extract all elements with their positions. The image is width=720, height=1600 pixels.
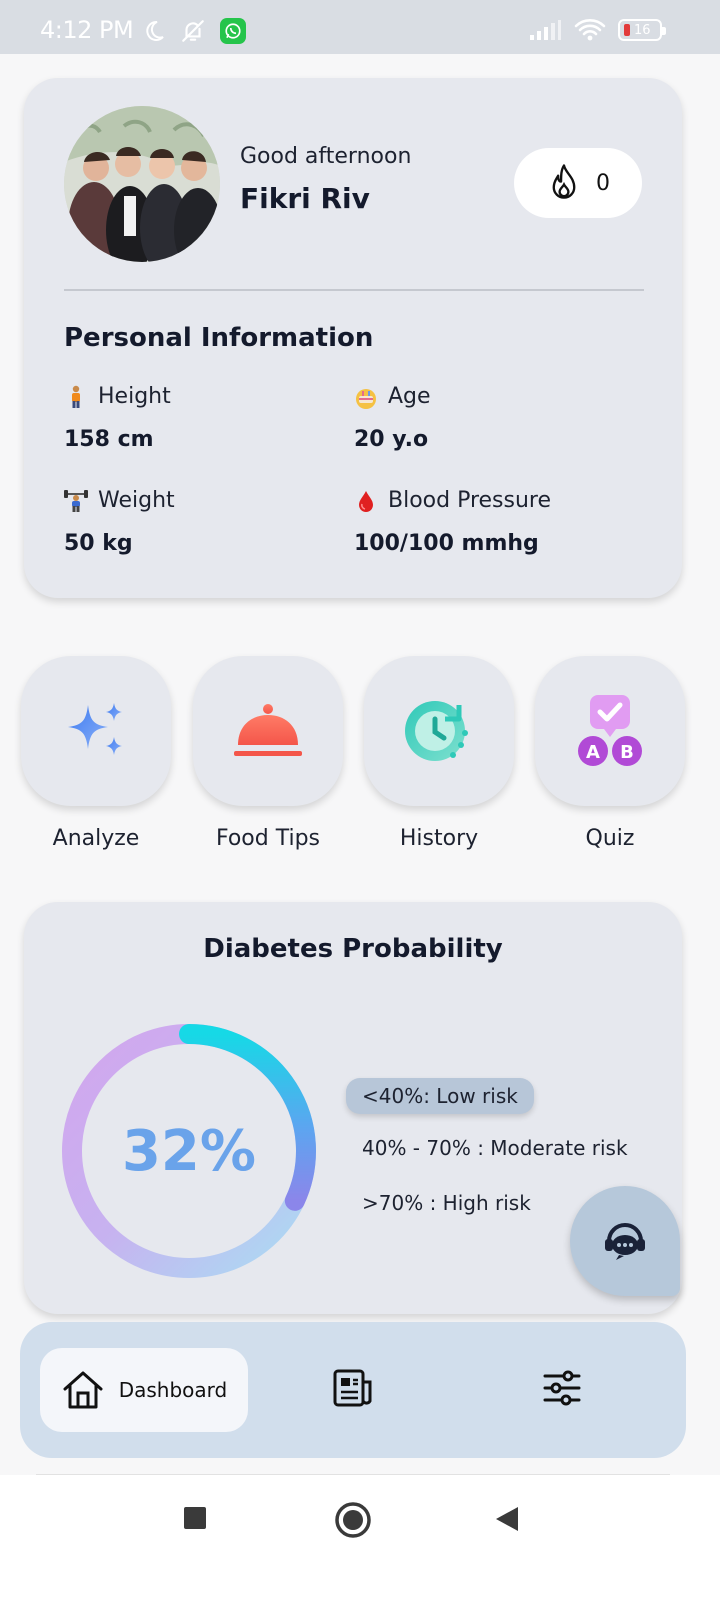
battery-icon: 16 [618,19,666,41]
history-label: History [399,826,479,851]
blood-pressure-info: Blood Pressure 100/100 mmhg [354,488,551,556]
sparkle-icon [68,703,122,755]
status-time: 4:12 PM [40,16,134,44]
quiz-label: Quiz [585,826,635,851]
flame-icon [552,164,576,199]
settings-sliders-icon[interactable] [542,1368,582,1408]
home-circle-icon[interactable] [334,1501,372,1539]
weight-label: Weight [98,488,175,513]
quiz-button[interactable]: A B [535,656,685,806]
personal-info-title: Personal Information [64,323,374,353]
menu-food-tips[interactable]: Food Tips [193,656,343,851]
legend-high-risk: >70% : High risk [362,1191,531,1215]
bottom-navigation: Dashboard [20,1322,686,1458]
streak-badge[interactable]: 0 [514,148,642,218]
height-info: Height 158 cm [64,384,171,452]
user-name: Fikri Riv [240,182,370,215]
height-value: 158 cm [64,427,154,452]
nav-dashboard-label: Dashboard [118,1378,228,1402]
height-label: Height [98,384,171,409]
bell-off-icon [182,20,204,42]
system-navigation-bar [0,1475,720,1600]
legend-low-risk: <40%: Low risk [346,1078,534,1114]
weightlifter-icon [64,489,88,513]
person-standing-icon [64,385,88,409]
whatsapp-icon [220,18,246,44]
legend-moderate-risk: 40% - 70% : Moderate risk [362,1136,628,1160]
age-info: Age 20 y.o [354,384,431,452]
analyze-button[interactable] [21,656,171,806]
signal-icon [530,20,561,40]
food-tips-label: Food Tips [215,826,321,851]
quiz-icon: A B [578,695,642,766]
home-icon [63,1371,103,1409]
menu-history[interactable]: History [364,656,514,851]
status-bar: 4:12 PM 16 [0,0,720,54]
probability-title: Diabetes Probability [203,934,503,964]
food-cloche-icon [234,704,302,756]
blood-pressure-value: 100/100 mmhg [354,531,539,556]
weight-info: Weight 50 kg [64,488,175,556]
menu-analyze[interactable]: Analyze [21,656,171,851]
blood-drop-icon [354,489,378,513]
age-label: Age [388,384,431,409]
svg-text:A: A [586,742,600,763]
chat-support-button[interactable] [570,1186,680,1296]
moon-icon [146,20,164,41]
divider [64,289,644,291]
blood-pressure-label: Blood Pressure [388,488,552,513]
probability-value: 32% [121,1118,257,1184]
history-button[interactable] [364,656,514,806]
age-value: 20 y.o [354,427,429,452]
wifi-icon [574,19,606,41]
analyze-label: Analyze [52,826,140,851]
chat-support-icon [605,1223,645,1260]
recents-icon[interactable] [182,1505,208,1531]
profile-card: Good afternoon Fikri Riv 0 Personal Info… [24,78,682,598]
birthday-cake-icon [354,385,378,409]
back-icon[interactable] [494,1505,520,1533]
battery-level: 16 [634,22,651,38]
news-icon[interactable] [332,1368,374,1408]
greeting-text: Good afternoon [240,144,412,169]
nav-dashboard[interactable]: Dashboard [40,1348,248,1432]
svg-text:B: B [620,742,634,763]
food-tips-button[interactable] [193,656,343,806]
streak-count: 0 [596,170,610,196]
history-icon [405,701,468,761]
weight-value: 50 kg [64,531,133,556]
menu-quiz[interactable]: A B Quiz [535,656,685,851]
avatar[interactable] [64,106,220,262]
